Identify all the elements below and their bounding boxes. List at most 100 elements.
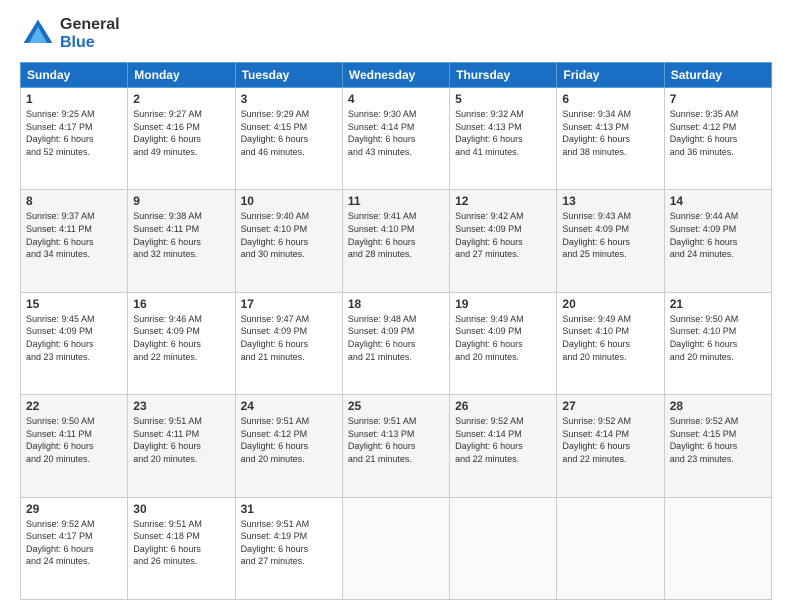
day-info: Sunrise: 9:52 AM Sunset: 4:14 PM Dayligh… — [562, 415, 658, 465]
day-cell: 13 Sunrise: 9:43 AM Sunset: 4:09 PM Dayli… — [557, 190, 664, 292]
day-number: 24 — [241, 399, 337, 413]
day-number: 9 — [133, 194, 229, 208]
day-info: Sunrise: 9:52 AM Sunset: 4:15 PM Dayligh… — [670, 415, 766, 465]
day-cell: 11 Sunrise: 9:41 AM Sunset: 4:10 PM Dayli… — [342, 190, 449, 292]
day-number: 28 — [670, 399, 766, 413]
day-number: 6 — [562, 92, 658, 106]
day-number: 21 — [670, 297, 766, 311]
week-row-2: 8Sunrise: 9:37 AM Sunset: 4:11 PM Daylig… — [21, 190, 772, 292]
day-number: 14 — [670, 194, 766, 208]
day-info: Sunrise: 9:49 AM Sunset: 4:10 PM Dayligh… — [562, 313, 658, 363]
day-cell: 16 Sunrise: 9:46 AM Sunset: 4:09 PM Dayli… — [128, 292, 235, 394]
day-info: Sunrise: 9:29 AM Sunset: 4:15 PM Dayligh… — [241, 108, 337, 158]
day-cell: 25 Sunrise: 9:51 AM Sunset: 4:13 PM Dayli… — [342, 395, 449, 497]
day-cell: 17Sunrise: 9:47 AM Sunset: 4:09 PM Dayli… — [235, 292, 342, 394]
day-info: Sunrise: 9:51 AM Sunset: 4:11 PM Dayligh… — [133, 415, 229, 465]
day-cell — [450, 497, 557, 599]
day-number: 12 — [455, 194, 551, 208]
header: General Blue — [20, 16, 772, 52]
day-number: 5 — [455, 92, 551, 106]
day-cell: 24 Sunrise: 9:51 AM Sunset: 4:12 PM Dayli… — [235, 395, 342, 497]
day-info: Sunrise: 9:34 AM Sunset: 4:13 PM Dayligh… — [562, 108, 658, 158]
day-number: 19 — [455, 297, 551, 311]
day-info: Sunrise: 9:47 AM Sunset: 4:09 PM Dayligh… — [241, 313, 337, 363]
day-number: 1 — [26, 92, 122, 106]
weekday-header-saturday: Saturday — [664, 63, 771, 88]
calendar-header-row: SundayMondayTuesdayWednesdayThursdayFrid… — [21, 63, 772, 88]
page: General Blue SundayMondayTuesdayWednesda… — [0, 0, 792, 612]
day-cell: 10 Sunrise: 9:40 AM Sunset: 4:10 PM Dayli… — [235, 190, 342, 292]
day-info: Sunrise: 9:52 AM Sunset: 4:14 PM Dayligh… — [455, 415, 551, 465]
day-info: Sunrise: 9:42 AM Sunset: 4:09 PM Dayligh… — [455, 210, 551, 260]
day-cell: 9 Sunrise: 9:38 AM Sunset: 4:11 PM Daylig… — [128, 190, 235, 292]
day-number: 18 — [348, 297, 444, 311]
logo: General Blue — [20, 16, 120, 52]
day-info: Sunrise: 9:51 AM Sunset: 4:18 PM Dayligh… — [133, 518, 229, 568]
day-number: 8 — [26, 194, 122, 208]
week-row-4: 22 Sunrise: 9:50 AM Sunset: 4:11 PM Dayli… — [21, 395, 772, 497]
day-number: 10 — [241, 194, 337, 208]
day-number: 25 — [348, 399, 444, 413]
day-cell — [664, 497, 771, 599]
day-cell: 21 Sunrise: 9:50 AM Sunset: 4:10 PM Dayli… — [664, 292, 771, 394]
day-info: Sunrise: 9:43 AM Sunset: 4:09 PM Dayligh… — [562, 210, 658, 260]
day-cell: 22 Sunrise: 9:50 AM Sunset: 4:11 PM Dayli… — [21, 395, 128, 497]
day-number: 15 — [26, 297, 122, 311]
day-info: Sunrise: 9:50 AM Sunset: 4:10 PM Dayligh… — [670, 313, 766, 363]
day-info: Sunrise: 9:30 AM Sunset: 4:14 PM Dayligh… — [348, 108, 444, 158]
day-number: 30 — [133, 502, 229, 516]
day-cell: 18 Sunrise: 9:48 AM Sunset: 4:09 PM Dayli… — [342, 292, 449, 394]
day-cell: 4 Sunrise: 9:30 AM Sunset: 4:14 PM Daylig… — [342, 88, 449, 190]
day-info: Sunrise: 9:32 AM Sunset: 4:13 PM Dayligh… — [455, 108, 551, 158]
day-number: 4 — [348, 92, 444, 106]
weekday-header-tuesday: Tuesday — [235, 63, 342, 88]
day-cell — [557, 497, 664, 599]
day-number: 22 — [26, 399, 122, 413]
day-info: Sunrise: 9:51 AM Sunset: 4:19 PM Dayligh… — [241, 518, 337, 568]
day-number: 3 — [241, 92, 337, 106]
day-cell: 27Sunrise: 9:52 AM Sunset: 4:14 PM Dayli… — [557, 395, 664, 497]
day-cell: 3 Sunrise: 9:29 AM Sunset: 4:15 PM Daylig… — [235, 88, 342, 190]
weekday-header-sunday: Sunday — [21, 63, 128, 88]
calendar: SundayMondayTuesdayWednesdayThursdayFrid… — [20, 62, 772, 600]
day-number: 13 — [562, 194, 658, 208]
week-row-1: 1 Sunrise: 9:25 AM Sunset: 4:17 PM Daylig… — [21, 88, 772, 190]
day-cell: 2Sunrise: 9:27 AM Sunset: 4:16 PM Daylig… — [128, 88, 235, 190]
weekday-header-monday: Monday — [128, 63, 235, 88]
day-info: Sunrise: 9:48 AM Sunset: 4:09 PM Dayligh… — [348, 313, 444, 363]
day-number: 26 — [455, 399, 551, 413]
logo-text: General Blue — [60, 16, 120, 52]
day-number: 7 — [670, 92, 766, 106]
day-info: Sunrise: 9:46 AM Sunset: 4:09 PM Dayligh… — [133, 313, 229, 363]
day-cell: 23 Sunrise: 9:51 AM Sunset: 4:11 PM Dayli… — [128, 395, 235, 497]
day-cell: 29 Sunrise: 9:52 AM Sunset: 4:17 PM Dayli… — [21, 497, 128, 599]
day-info: Sunrise: 9:40 AM Sunset: 4:10 PM Dayligh… — [241, 210, 337, 260]
day-cell: 8Sunrise: 9:37 AM Sunset: 4:11 PM Daylig… — [21, 190, 128, 292]
day-number: 29 — [26, 502, 122, 516]
day-cell: 7 Sunrise: 9:35 AM Sunset: 4:12 PM Daylig… — [664, 88, 771, 190]
day-info: Sunrise: 9:25 AM Sunset: 4:17 PM Dayligh… — [26, 108, 122, 158]
day-cell: 28 Sunrise: 9:52 AM Sunset: 4:15 PM Dayli… — [664, 395, 771, 497]
day-cell — [342, 497, 449, 599]
day-info: Sunrise: 9:27 AM Sunset: 4:16 PM Dayligh… — [133, 108, 229, 158]
week-row-5: 29 Sunrise: 9:52 AM Sunset: 4:17 PM Dayli… — [21, 497, 772, 599]
day-cell: 31 Sunrise: 9:51 AM Sunset: 4:19 PM Dayli… — [235, 497, 342, 599]
day-info: Sunrise: 9:45 AM Sunset: 4:09 PM Dayligh… — [26, 313, 122, 363]
day-number: 16 — [133, 297, 229, 311]
day-number: 20 — [562, 297, 658, 311]
day-number: 31 — [241, 502, 337, 516]
day-info: Sunrise: 9:41 AM Sunset: 4:10 PM Dayligh… — [348, 210, 444, 260]
day-info: Sunrise: 9:51 AM Sunset: 4:12 PM Dayligh… — [241, 415, 337, 465]
day-cell: 6 Sunrise: 9:34 AM Sunset: 4:13 PM Daylig… — [557, 88, 664, 190]
day-info: Sunrise: 9:38 AM Sunset: 4:11 PM Dayligh… — [133, 210, 229, 260]
day-info: Sunrise: 9:35 AM Sunset: 4:12 PM Dayligh… — [670, 108, 766, 158]
day-info: Sunrise: 9:52 AM Sunset: 4:17 PM Dayligh… — [26, 518, 122, 568]
day-number: 11 — [348, 194, 444, 208]
day-cell: 5 Sunrise: 9:32 AM Sunset: 4:13 PM Daylig… — [450, 88, 557, 190]
weekday-header-friday: Friday — [557, 63, 664, 88]
logo-icon — [20, 16, 56, 52]
day-number: 23 — [133, 399, 229, 413]
day-cell: 30 Sunrise: 9:51 AM Sunset: 4:18 PM Dayli… — [128, 497, 235, 599]
day-info: Sunrise: 9:50 AM Sunset: 4:11 PM Dayligh… — [26, 415, 122, 465]
day-info: Sunrise: 9:51 AM Sunset: 4:13 PM Dayligh… — [348, 415, 444, 465]
